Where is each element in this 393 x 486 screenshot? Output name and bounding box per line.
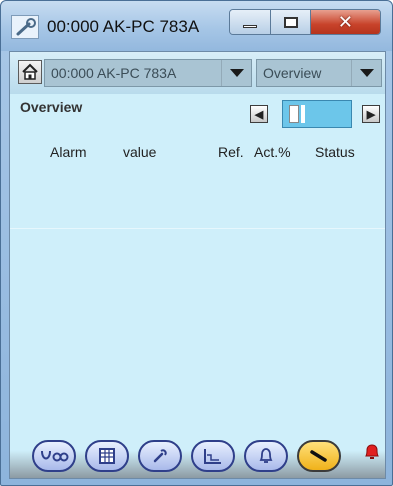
close-button[interactable]: ✕ [310, 10, 380, 34]
nav-service-button[interactable] [297, 440, 341, 472]
nav-alarm-button[interactable] [244, 440, 288, 472]
column-header-act-percent[interactable]: Act.% [254, 144, 291, 160]
chevron-down-icon[interactable] [351, 60, 381, 86]
service-wrench-icon [310, 450, 327, 462]
title-bar[interactable]: 00:000 AK-PC 783A ✕ [1, 1, 392, 51]
window-title: 00:000 AK-PC 783A [47, 17, 200, 36]
table-header: Alarm value Ref. Act.% Status [10, 140, 385, 164]
section-title: Overview [20, 99, 83, 115]
maximize-button[interactable] [271, 10, 311, 34]
column-header-status[interactable]: Status [315, 144, 355, 160]
prev-page-button[interactable]: ◀ [250, 105, 268, 123]
page-scroll-track[interactable] [282, 100, 352, 128]
nav-trend-button[interactable] [191, 440, 235, 472]
chevron-down-icon[interactable] [221, 60, 251, 86]
home-icon [22, 63, 38, 80]
table-icon [99, 448, 115, 464]
wrench-app-icon [11, 15, 39, 39]
client-area: 00:000 AK-PC 783A Overview Overview ◀ ▶ … [9, 51, 386, 479]
column-header-alarm[interactable]: Alarm [50, 144, 87, 160]
toolbar: 00:000 AK-PC 783A Overview [10, 52, 385, 94]
caption-buttons: ✕ [229, 9, 381, 35]
nav-table-button[interactable] [85, 440, 129, 472]
close-icon: ✕ [337, 11, 354, 33]
page-scroll-thumb[interactable] [289, 105, 299, 123]
red-bell-icon[interactable] [364, 442, 380, 462]
device-dropdown-value: 00:000 AK-PC 783A [51, 65, 177, 81]
plus-icon: ▶ [366, 108, 376, 121]
minimize-button[interactable] [230, 10, 272, 34]
overview-icon [41, 450, 69, 462]
nav-tools-button[interactable] [138, 440, 182, 472]
trend-icon [204, 449, 221, 464]
pager: ◀ ▶ [246, 99, 382, 129]
app-window: 00:000 AK-PC 783A ✕ 00:000 AK-PC 783A Ov… [0, 0, 393, 486]
device-dropdown[interactable]: 00:000 AK-PC 783A [44, 59, 252, 87]
bottom-nav-bar [10, 432, 385, 478]
maximize-icon [283, 16, 298, 28]
row-divider [10, 228, 385, 229]
table-body [10, 164, 385, 432]
next-page-button[interactable]: ▶ [362, 105, 380, 123]
view-dropdown-value: Overview [263, 65, 322, 81]
nav-overview-button[interactable] [32, 440, 76, 472]
tools-icon [153, 449, 167, 463]
column-header-value[interactable]: value [123, 144, 156, 160]
minimize-icon [243, 24, 258, 28]
home-button[interactable] [18, 60, 42, 84]
bell-outline-icon [259, 448, 273, 463]
view-dropdown[interactable]: Overview [256, 59, 382, 87]
page-scroll-thumb-edge [301, 105, 305, 123]
column-header-ref[interactable]: Ref. [218, 144, 244, 160]
minus-icon: ◀ [254, 108, 264, 121]
